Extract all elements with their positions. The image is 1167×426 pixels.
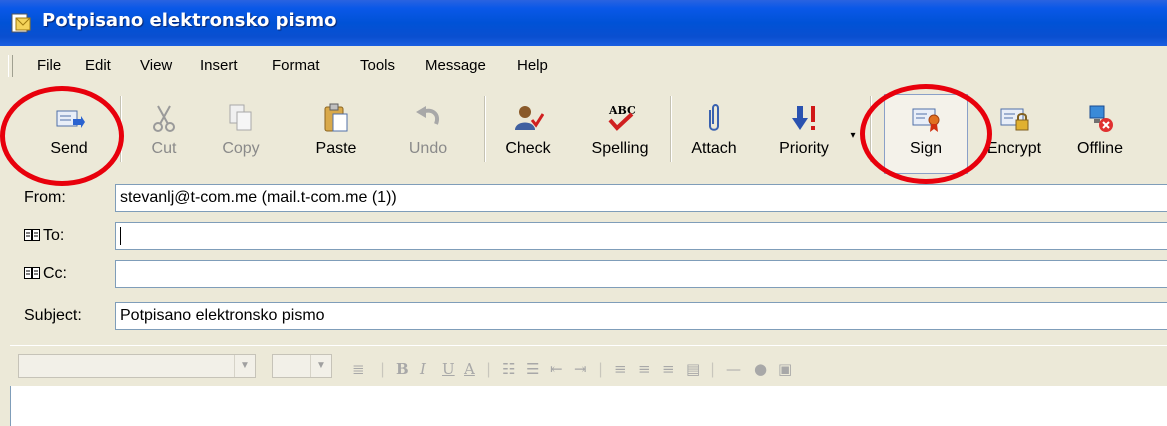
formatting-toolbar: ▼ ▼ ≣ | B I U A | ☷ ☰ ⇤ ⇥ | ≡ ≡ ≡ ▤ | — … (10, 345, 1167, 386)
offline-button[interactable]: Offline (1064, 90, 1136, 170)
window-title: Potpisano elektronsko pismo (42, 10, 337, 31)
insert-link-icon[interactable]: ● (754, 360, 767, 378)
align-left-icon[interactable]: ≡ (614, 360, 627, 378)
cc-label: Cc: (43, 265, 67, 282)
decrease-indent-icon[interactable]: ⇤ (550, 360, 563, 378)
insert-picture-icon[interactable]: ▣ (778, 360, 792, 378)
format-separator: | (710, 360, 716, 378)
horizontal-line-icon[interactable]: — (726, 360, 741, 378)
menu-message[interactable]: Message (425, 57, 486, 74)
copy-icon (229, 104, 252, 131)
italic-icon[interactable]: I (420, 360, 426, 378)
spell-check-icon: ABC (608, 104, 636, 131)
text-cursor (120, 227, 121, 245)
send-icon (56, 110, 85, 128)
font-color-icon[interactable]: A (464, 360, 475, 378)
paperclip-icon (709, 104, 719, 131)
subject-label: Subject: (24, 307, 82, 324)
clipboard-icon (324, 103, 348, 132)
subject-field[interactable]: Potpisano elektronsko pismo (115, 302, 1167, 330)
underline-icon[interactable]: U (442, 360, 455, 378)
message-body[interactable] (10, 386, 1167, 426)
format-separator: | (598, 360, 604, 378)
undo-button[interactable]: Undo (398, 90, 458, 170)
priority-dropdown[interactable]: ▾ (846, 90, 860, 170)
numbered-list-icon[interactable]: ☷ (502, 360, 515, 378)
from-row: From: stevanlj@t-com.me (mail.t-com.me (… (0, 184, 1167, 214)
format-separator: | (486, 360, 492, 378)
check-button[interactable]: Check (496, 90, 560, 170)
cc-row: Cc: (0, 260, 1167, 290)
offline-icon (1089, 105, 1113, 132)
increase-indent-icon[interactable]: ⇥ (574, 360, 587, 378)
bullet-list-icon[interactable]: ☰ (526, 360, 539, 378)
attach-button[interactable]: Attach (682, 90, 746, 170)
check-names-icon (515, 106, 544, 130)
menu-tools[interactable]: Tools (360, 57, 395, 74)
chevron-down-icon: ▾ (850, 130, 856, 141)
bold-icon[interactable]: B (396, 360, 409, 378)
toolbar-separator (120, 96, 122, 162)
sign-certificate-icon (912, 108, 940, 132)
toolbar-separator (484, 96, 486, 162)
send-button[interactable]: Send (34, 90, 104, 170)
from-field[interactable]: stevanlj@t-com.me (mail.t-com.me (1)) (115, 184, 1167, 212)
menu-view[interactable]: View (140, 57, 172, 74)
undo-icon (416, 106, 439, 125)
from-label: From: (24, 189, 66, 206)
encrypt-lock-icon (1000, 108, 1029, 131)
toolbar-separator (670, 96, 672, 162)
font-name-select[interactable]: ▼ (18, 354, 256, 378)
menu-grip (8, 55, 13, 77)
cut-button[interactable]: Cut (136, 90, 192, 170)
cc-field[interactable] (115, 260, 1167, 288)
font-size-select[interactable]: ▼ (272, 354, 332, 378)
menu-file[interactable]: File (37, 57, 61, 74)
menu-bar: File Edit View Insert Format Tools Messa… (0, 52, 1167, 80)
subject-row: Subject: Potpisano elektronsko pismo (0, 302, 1167, 332)
to-label: To: (43, 227, 65, 244)
to-row: To: (0, 222, 1167, 252)
toolbar-separator (870, 96, 872, 162)
priority-button[interactable]: Priority (766, 90, 842, 170)
format-separator: | (380, 360, 386, 378)
to-field[interactable] (115, 222, 1167, 250)
encrypt-button[interactable]: Encrypt (976, 90, 1052, 170)
menu-edit[interactable]: Edit (85, 57, 111, 74)
sign-button[interactable]: Sign (886, 90, 966, 170)
chevron-down-icon: ▼ (234, 355, 255, 377)
address-book-icon (24, 267, 40, 279)
to-label-wrap[interactable]: To: (24, 227, 64, 245)
paragraph-style-icon[interactable]: ≣ (352, 360, 365, 378)
menu-insert[interactable]: Insert (200, 57, 238, 74)
priority-icon (792, 106, 815, 130)
title-bar: Potpisano elektronsko pismo (0, 0, 1167, 46)
copy-button[interactable]: Copy (208, 90, 274, 170)
center-icon[interactable]: ≡ (638, 360, 651, 378)
menu-help[interactable]: Help (517, 57, 548, 74)
spelling-button[interactable]: ABC Spelling (580, 90, 660, 170)
address-book-icon (24, 229, 40, 241)
scissors-icon (153, 105, 175, 132)
chevron-down-icon: ▼ (310, 355, 331, 377)
cc-label-wrap[interactable]: Cc: (24, 265, 67, 283)
new-message-icon (11, 13, 31, 33)
align-right-icon[interactable]: ≡ (662, 360, 675, 378)
menu-format[interactable]: Format (272, 57, 320, 74)
paste-button[interactable]: Paste (306, 90, 366, 170)
justify-icon[interactable]: ▤ (686, 360, 700, 378)
